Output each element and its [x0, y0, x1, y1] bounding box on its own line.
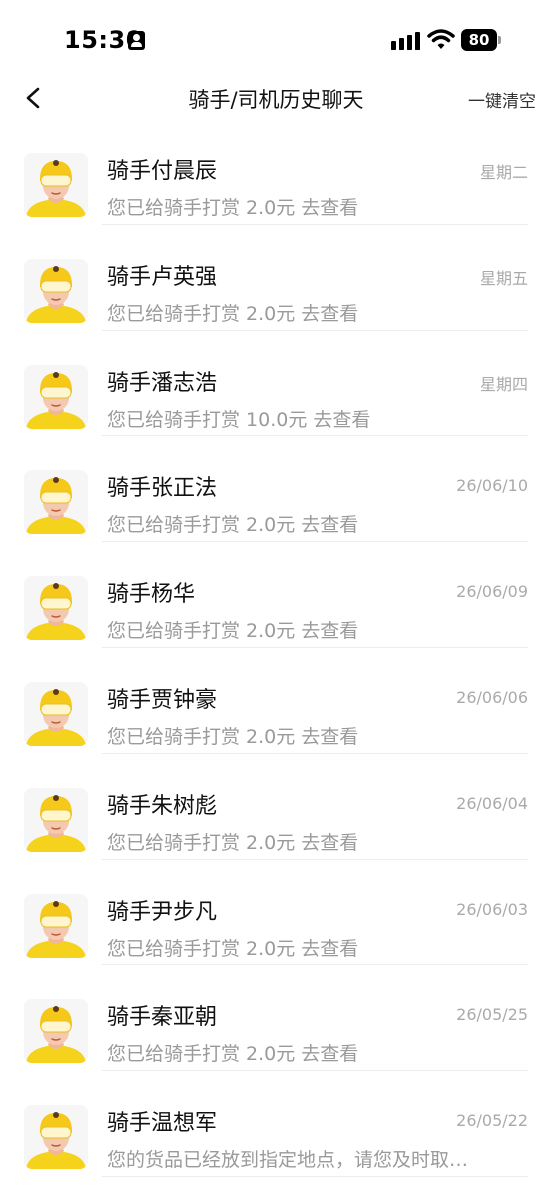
chat-preview: 您已给骑手打赏 2.0元 去查看	[107, 514, 359, 537]
chat-list-item[interactable]: 骑手尹步凡 26/06/03 您已给骑手打赏 2.0元 去查看	[0, 860, 552, 966]
chat-preview: 您已给骑手打赏 2.0元 去查看	[107, 197, 359, 219]
chat-time: 星期五	[479, 268, 528, 288]
chat-time: 26/06/03	[456, 899, 528, 919]
divider	[102, 1175, 528, 1177]
chat-preview: 您已给骑手打赏 2.0元 去查看	[107, 302, 359, 325]
chat-time: 星期四	[479, 374, 528, 394]
chat-list-item[interactable]: 骑手温想军 26/05/22 您的货品已经放到指定地点，请您及时取…	[0, 1071, 552, 1177]
chat-name: 骑手尹步凡	[107, 899, 218, 925]
chat-time: 星期二	[479, 163, 528, 182]
chat-time: 26/06/09	[456, 582, 528, 602]
rider-avatar-icon	[24, 893, 88, 958]
chat-list-item[interactable]: 骑手杨华 26/06/09 您已给骑手打赏 2.0元 去查看	[0, 542, 552, 648]
chat-time: 26/06/10	[456, 476, 528, 496]
rider-avatar-icon	[24, 258, 88, 323]
chat-list-item[interactable]: 骑手贾钟豪 26/06/06 您已给骑手打赏 2.0元 去查看	[0, 648, 552, 754]
chat-name: 骑手温想军	[107, 1111, 218, 1137]
chat-preview: 您已给骑手打赏 10.0元 去查看	[107, 408, 371, 431]
chat-preview: 您已给骑手打赏 2.0元 去查看	[107, 620, 359, 643]
rider-avatar-icon	[24, 999, 88, 1064]
rider-avatar-icon	[24, 1105, 88, 1170]
chat-list-item[interactable]: 骑手朱树彪 26/06/04 您已给骑手打赏 2.0元 去查看	[0, 754, 552, 860]
chat-name: 骑手朱树彪	[107, 793, 218, 819]
chat-list-item[interactable]: 骑手付晨辰 星期二 您已给骑手打赏 2.0元 去查看	[0, 119, 552, 225]
chat-name: 骑手卢英强	[107, 264, 218, 290]
signal-icon	[391, 30, 421, 50]
person-icon	[128, 31, 145, 50]
chat-time: 26/06/06	[456, 687, 528, 707]
status-bar: 15:30 80	[0, 0, 552, 80]
rider-avatar-icon	[24, 470, 88, 535]
chat-list-item[interactable]: 骑手张正法 26/06/10 您已给骑手打赏 2.0元 去查看	[0, 436, 552, 543]
rider-avatar-icon	[24, 576, 88, 641]
chat-time: 26/05/22	[456, 1111, 528, 1131]
chat-name: 骑手潘志浩	[107, 370, 218, 396]
clear-all-button[interactable]: 一键清空	[468, 87, 536, 112]
chat-preview: 您已给骑手打赏 2.0元 去查看	[107, 831, 359, 854]
rider-avatar-icon	[24, 153, 88, 217]
chat-list-item[interactable]: 骑手卢英强 星期五 您已给骑手打赏 2.0元 去查看	[0, 225, 552, 331]
chat-preview: 您的货品已经放到指定地点，请您及时取…	[107, 1149, 469, 1172]
chat-preview: 您已给骑手打赏 2.0元 去查看	[107, 725, 359, 748]
chat-time: 26/06/04	[456, 793, 528, 813]
chat-name: 骑手秦亚朝	[107, 1005, 218, 1031]
chat-name: 骑手贾钟豪	[107, 687, 218, 713]
chat-list-item[interactable]: 骑手秦亚朝 26/05/25 您已给骑手打赏 2.0元 去查看	[0, 965, 552, 1072]
chat-name: 骑手杨华	[107, 582, 196, 608]
battery-icon: 80	[461, 29, 501, 51]
chat-name: 骑手付晨辰	[107, 159, 218, 184]
battery-level: 80	[468, 31, 490, 49]
chat-list-item[interactable]: 骑手潘志浩 星期四 您已给骑手打赏 10.0元 去查看	[0, 331, 552, 437]
rider-avatar-icon	[24, 681, 88, 746]
chat-preview: 您已给骑手打赏 2.0元 去查看	[107, 1043, 359, 1066]
chat-name: 骑手张正法	[107, 476, 218, 502]
chat-time: 26/05/25	[456, 1005, 528, 1025]
rider-avatar-icon	[24, 364, 88, 429]
chat-preview: 您已给骑手打赏 2.0元 去查看	[107, 937, 359, 960]
nav-bar: 骑手/司机历史聊天 一键清空	[0, 76, 552, 120]
chat-list: 骑手付晨辰 星期二 您已给骑手打赏 2.0元 去查看 骑手卢英强 星期五 您已给…	[0, 119, 552, 1177]
wifi-icon	[427, 29, 455, 49]
rider-avatar-icon	[24, 787, 88, 852]
